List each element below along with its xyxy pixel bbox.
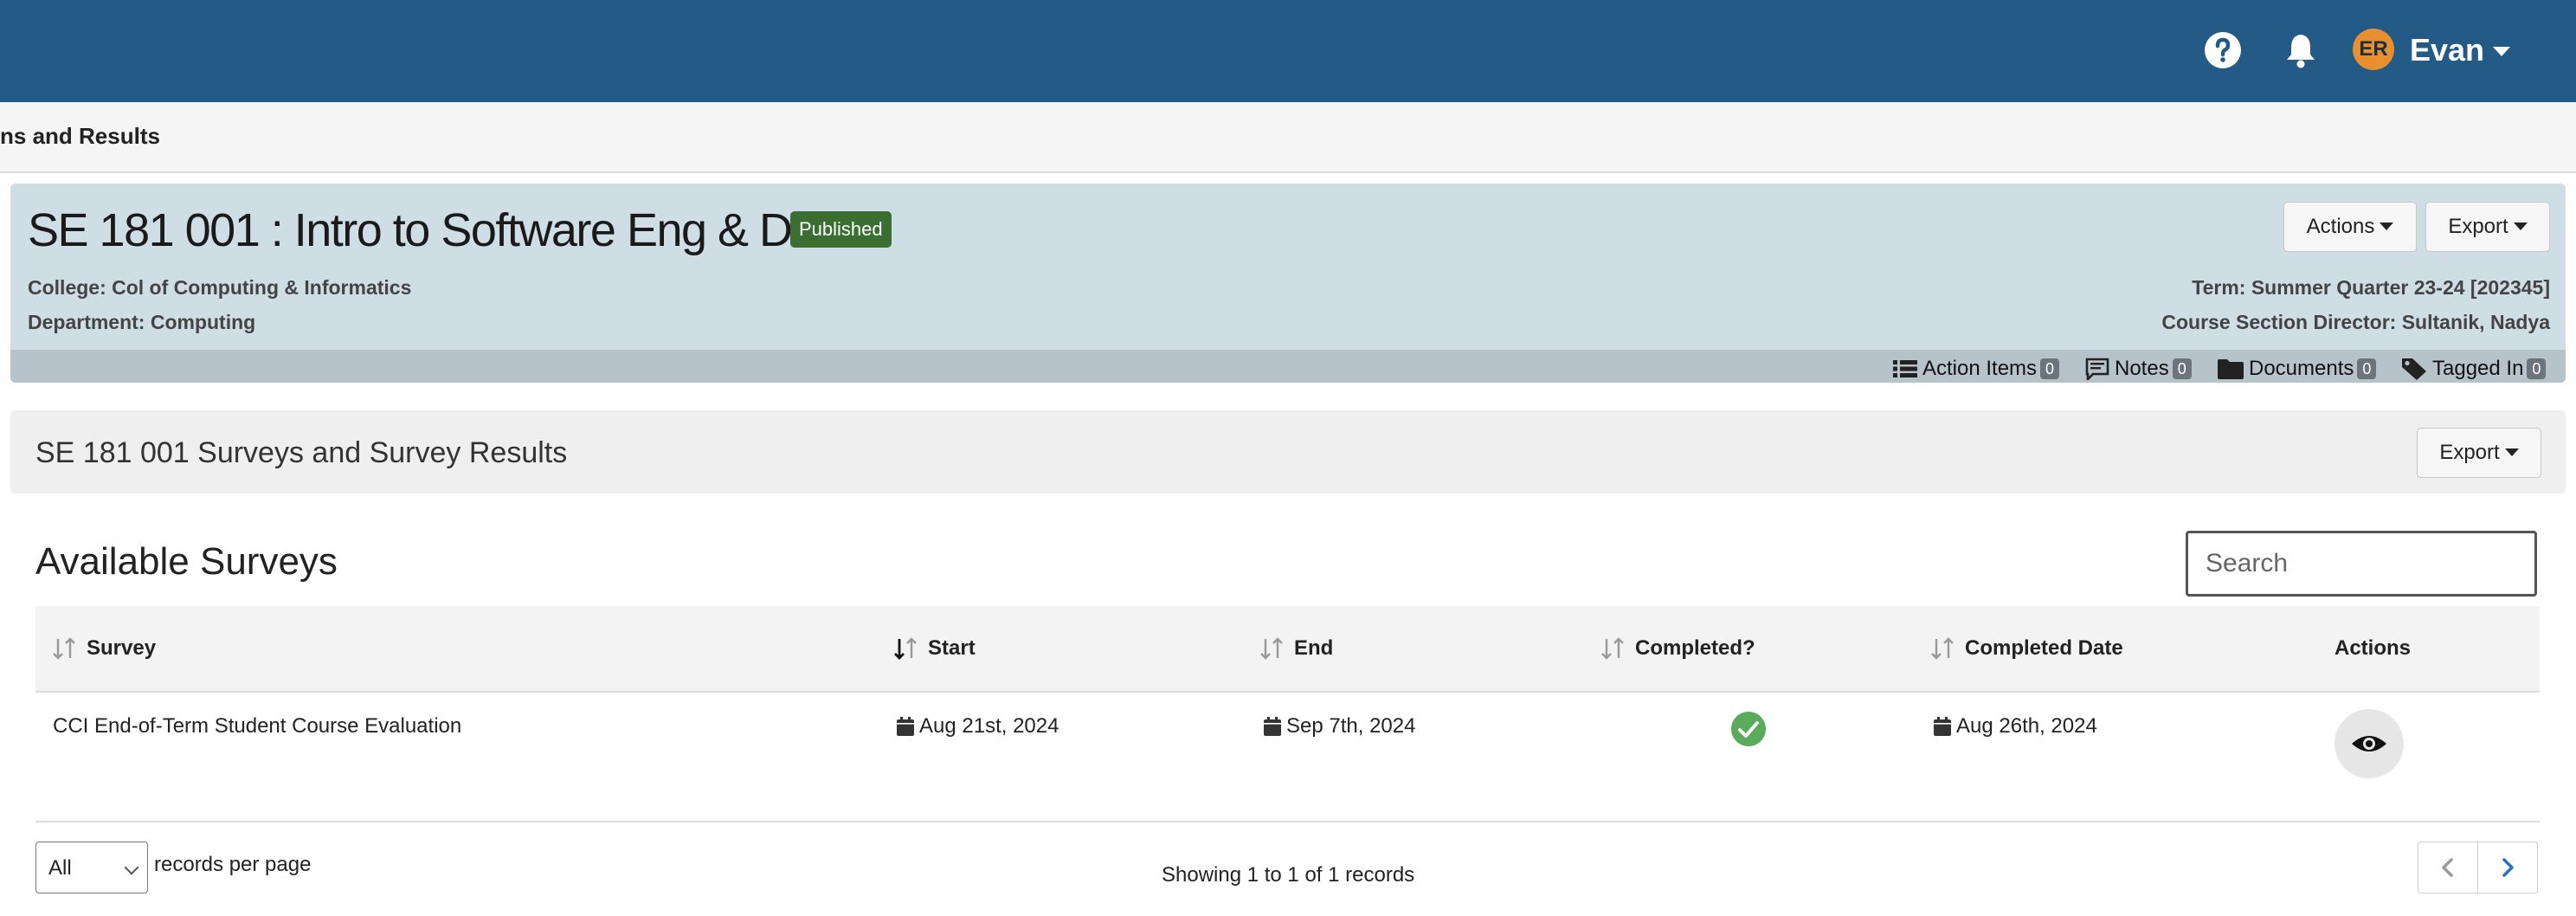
documents-label: Documents xyxy=(2249,357,2354,380)
notes-icon xyxy=(2085,358,2109,380)
column-header-end[interactable]: End xyxy=(1259,635,1333,661)
folder-icon xyxy=(2218,359,2244,379)
bell-icon[interactable] xyxy=(2280,29,2322,71)
list-icon xyxy=(1893,360,1917,377)
calendar-icon xyxy=(1264,717,1281,736)
column-label: Actions xyxy=(2334,636,2412,660)
records-per-page-label: records per page xyxy=(154,853,312,876)
survey-name-cell: CCI End-of-Term Student Course Evaluatio… xyxy=(53,714,462,738)
tagged-in-link[interactable]: Tagged In 0 xyxy=(2401,356,2547,382)
surveys-section-title: SE 181 001 Surveys and Survey Results xyxy=(35,436,568,469)
start-date-text: Aug 21st, 2024 xyxy=(919,714,1059,738)
tag-icon xyxy=(2402,358,2426,380)
documents-link[interactable]: Documents 0 xyxy=(2218,356,2377,382)
chevron-right-icon xyxy=(2502,858,2514,877)
action-items-label: Action Items xyxy=(1922,357,2038,380)
sort-desc-icon xyxy=(894,637,917,660)
top-navbar xyxy=(0,0,2576,102)
tagged-in-count: 0 xyxy=(2527,358,2547,379)
sort-icon xyxy=(1260,637,1283,660)
records-per-page-select[interactable]: All xyxy=(35,842,148,893)
end-date-cell: Sep 7th, 2024 xyxy=(1264,713,1415,739)
column-label: End xyxy=(1294,636,1334,660)
column-label: Completed Date xyxy=(1965,636,2123,660)
next-page-button[interactable] xyxy=(2477,842,2538,893)
sort-icon xyxy=(1931,637,1954,660)
college-info: College: Col of Computing & Informatics xyxy=(28,276,412,299)
completed-date-cell: Aug 26th, 2024 xyxy=(1934,713,2097,739)
column-label: Start xyxy=(928,636,976,660)
breadcrumb-bar xyxy=(0,102,2576,173)
column-label: Completed? xyxy=(1635,636,1755,660)
column-label: Survey xyxy=(87,636,157,660)
sort-icon xyxy=(1601,637,1624,660)
tagged-in-label: Tagged In xyxy=(2432,357,2524,380)
column-header-completed[interactable]: Completed? xyxy=(1600,635,1755,661)
notes-count: 0 xyxy=(2172,358,2192,379)
action-items-count: 0 xyxy=(2040,358,2060,379)
caret-down-icon xyxy=(2504,448,2519,456)
records-summary: Showing 1 to 1 of 1 records xyxy=(1162,863,1415,887)
view-survey-button[interactable] xyxy=(2334,709,2404,778)
calendar-icon xyxy=(1934,717,1951,736)
chevron-down-icon[interactable] xyxy=(2493,47,2510,56)
column-header-survey[interactable]: Survey xyxy=(52,635,156,661)
previous-page-button[interactable] xyxy=(2418,842,2478,893)
page-title: SE 181 001 : Intro to Software Eng & Dev xyxy=(28,204,840,256)
caret-down-icon xyxy=(2513,222,2528,230)
help-icon[interactable] xyxy=(2202,29,2244,71)
director-info: Course Section Director: Sultanik, Nadya xyxy=(2161,311,2550,333)
start-date-cell: Aug 21st, 2024 xyxy=(897,713,1059,739)
documents-count: 0 xyxy=(2357,358,2377,379)
action-items-link[interactable]: Action Items 0 xyxy=(1893,356,2060,382)
caret-down-icon xyxy=(2380,222,2394,230)
column-header-start[interactable]: Start xyxy=(893,635,976,661)
user-menu-name[interactable]: Evan xyxy=(2410,31,2484,69)
export-button-label: Export xyxy=(2448,215,2508,238)
notes-link[interactable]: Notes 0 xyxy=(2085,356,2192,382)
row-divider xyxy=(35,821,2540,822)
check-circle-icon xyxy=(1731,712,1766,746)
breadcrumb[interactable]: ns and Results xyxy=(0,123,160,149)
surveys-export-button[interactable]: Export xyxy=(2417,428,2541,478)
avatar[interactable]: ER xyxy=(2353,29,2394,70)
completed-date-text: Aug 26th, 2024 xyxy=(1956,714,2097,738)
eye-icon xyxy=(2352,736,2386,752)
status-badge: Published xyxy=(790,211,892,248)
chevron-left-icon xyxy=(2442,858,2453,877)
search-input[interactable] xyxy=(2186,531,2537,597)
sort-icon xyxy=(53,637,75,660)
term-info: Term: Summer Quarter 23-24 [202345] xyxy=(2192,276,2550,299)
column-header-actions: Actions xyxy=(2334,635,2411,661)
actions-button[interactable]: Actions xyxy=(2283,202,2417,252)
calendar-icon xyxy=(897,717,914,736)
column-header-completed-date[interactable]: Completed Date xyxy=(1930,635,2123,661)
department-info: Department: Computing xyxy=(28,311,256,333)
surveys-export-label: Export xyxy=(2439,441,2500,464)
end-date-text: Sep 7th, 2024 xyxy=(1286,714,1416,738)
actions-button-label: Actions xyxy=(2306,215,2375,238)
export-button[interactable]: Export xyxy=(2425,202,2550,252)
available-surveys-title: Available Surveys xyxy=(35,540,338,583)
notes-label: Notes xyxy=(2115,357,2169,380)
